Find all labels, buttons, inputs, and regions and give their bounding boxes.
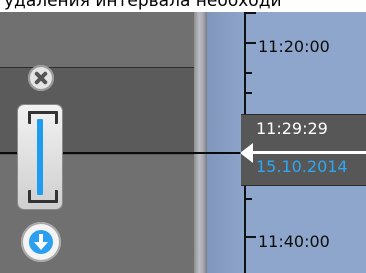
tick-major: [244, 12, 256, 14]
caption-text: удаления интервала необходи: [4, 0, 282, 11]
splitter-bar[interactable]: [194, 12, 207, 273]
tick-minor: [244, 198, 252, 200]
tick-major: [244, 236, 256, 238]
current-position-pointer-line: [252, 151, 366, 154]
tick-minor: [244, 92, 252, 94]
close-icon[interactable]: [28, 65, 54, 91]
interval-bracket-icon: [28, 111, 58, 124]
interval-button[interactable]: [18, 105, 62, 209]
current-time: 11:29:29: [256, 119, 328, 138]
panel-upper-area: [0, 12, 194, 67]
document-caption: удаления интервала необходи: [0, 0, 366, 12]
time-label-1120: 11:20:00: [258, 37, 330, 56]
interval-bar: [37, 119, 43, 195]
tick-major: [244, 42, 256, 44]
tick-minor: [244, 72, 252, 74]
arrow-down-icon: [29, 230, 53, 254]
current-position-arrow-icon: [240, 143, 253, 163]
arrow-down-button[interactable]: [21, 222, 61, 262]
time-label-1140: 11:40:00: [258, 232, 330, 251]
current-date: 15.10.2014: [256, 157, 348, 176]
interval-bracket-icon: [28, 190, 58, 203]
